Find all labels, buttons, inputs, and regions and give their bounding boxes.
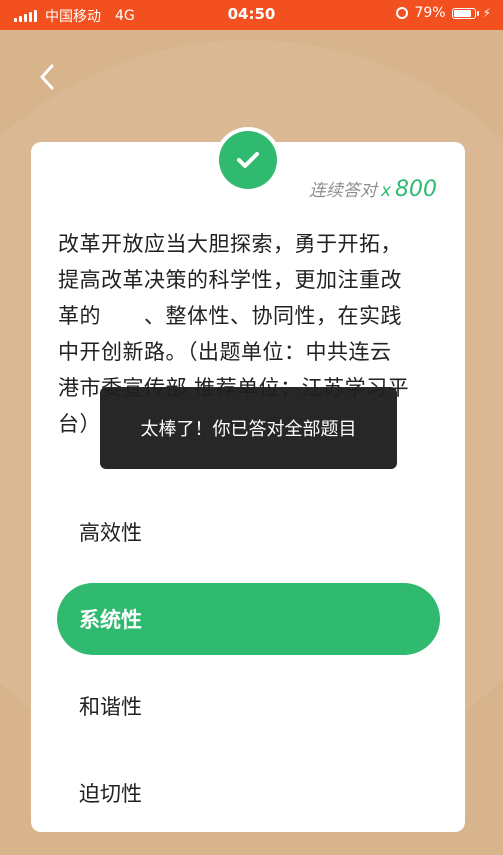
toast-message: 太棒了！你已答对全部题目	[100, 387, 397, 469]
question-line: 革的 、整体性、协同性，在实践	[58, 304, 402, 328]
question-line: 中开创新路。（出题单位：中共连云	[58, 340, 392, 364]
streak-multiplier: x	[380, 181, 391, 201]
option-1[interactable]: 高效性	[57, 496, 440, 568]
question-line: 改革开放应当大胆探索，勇于开拓，	[58, 232, 402, 256]
check-icon	[237, 152, 259, 168]
quiz-screen: 中国移动 4G 04:50 79% ⚡ 连续答对 x 800 改革开放应当大胆探…	[0, 0, 503, 855]
alarm-icon	[396, 7, 409, 19]
back-button[interactable]	[30, 60, 64, 94]
battery-cap	[476, 10, 479, 16]
status-bar: 中国移动 4G 04:50 79% ⚡	[0, 0, 503, 30]
option-2-selected[interactable]: 系统性	[57, 583, 440, 655]
option-3[interactable]: 和谐性	[57, 670, 440, 742]
question-line: 提高改革决策的科学性，更加注重改	[58, 268, 402, 292]
check-circle	[219, 131, 277, 189]
correct-badge	[215, 127, 281, 193]
streak-label: 连续答对	[308, 181, 377, 201]
battery-percent: 79%	[414, 5, 446, 21]
chevron-left-icon	[40, 64, 54, 90]
battery-fill	[453, 9, 471, 17]
streak-count: 800	[395, 177, 437, 202]
status-right: 79% ⚡	[396, 5, 491, 21]
charging-icon: ⚡	[482, 6, 491, 20]
streak-counter: 连续答对 x 800	[309, 176, 437, 202]
battery-icon	[451, 7, 476, 19]
option-4[interactable]: 迫切性	[57, 757, 440, 829]
